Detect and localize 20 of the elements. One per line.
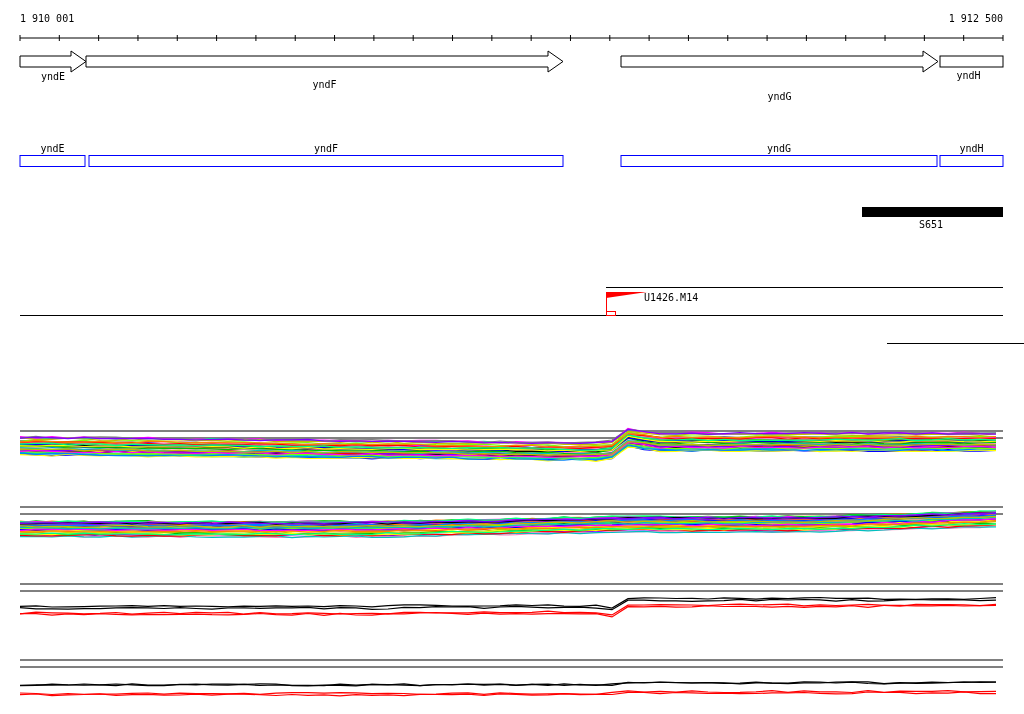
annotation-box[interactable]	[939, 155, 1004, 167]
ruler-end-label: 1 912 500	[948, 13, 1003, 24]
gene-arrow[interactable]	[85, 50, 564, 73]
gene-box[interactable]	[939, 55, 1004, 68]
gene-label: yndG	[767, 91, 792, 102]
gene-arrow[interactable]	[19, 50, 87, 73]
gene-label: yndH	[956, 70, 981, 81]
annotation-box[interactable]	[620, 155, 938, 167]
annotation-box[interactable]	[88, 155, 564, 167]
gene-label: yndE	[40, 71, 66, 82]
annotation-label: yndH	[959, 143, 984, 154]
annotation-label: yndE	[40, 143, 65, 154]
ruler-start-label: 1 910 001	[20, 13, 75, 24]
annotation-label: yndF	[313, 143, 339, 154]
gene-label: yndF	[312, 79, 337, 90]
gene-arrow[interactable]	[620, 50, 939, 73]
annotation-box[interactable]	[19, 155, 86, 167]
marker-label: U1426.M14	[644, 292, 699, 303]
region-label: S651	[918, 219, 944, 230]
annotation-label: yndG	[766, 143, 792, 154]
